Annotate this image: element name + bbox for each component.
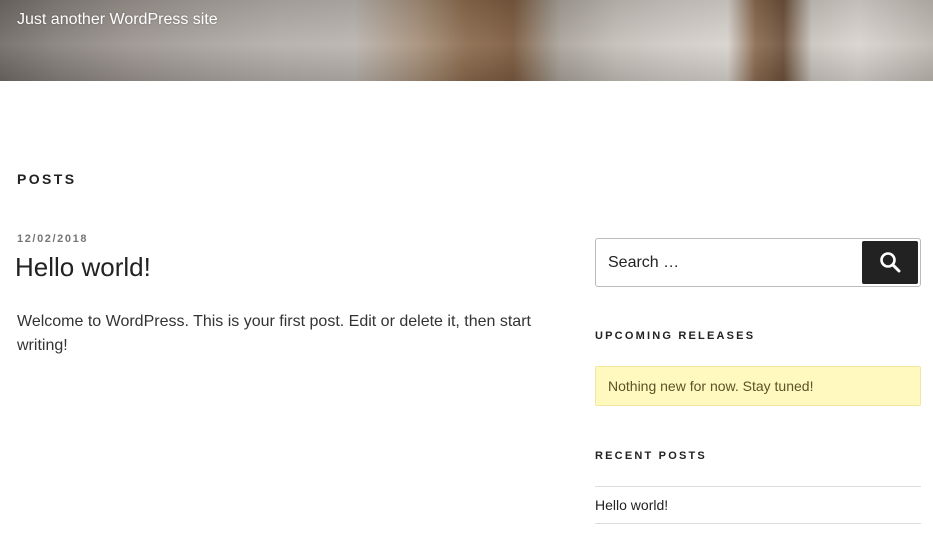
list-item: Hello world!	[595, 486, 921, 524]
page-title: POSTS	[17, 171, 77, 187]
upcoming-releases-title: UPCOMING RELEASES	[595, 330, 756, 342]
notice-text: Nothing new for now. Stay tuned!	[608, 378, 814, 394]
site-tagline: Just another WordPress site	[17, 11, 218, 28]
recent-posts-list: Hello world!	[595, 486, 921, 524]
search-placeholder: Search …	[608, 254, 680, 271]
recent-post-link[interactable]: Hello world!	[595, 497, 668, 513]
post-title-link[interactable]: Hello world!	[15, 252, 151, 283]
upcoming-releases-notice: Nothing new for now. Stay tuned!	[595, 366, 921, 406]
search-icon	[880, 252, 901, 273]
post-date[interactable]: 12/02/2018	[17, 233, 88, 245]
search-form: Search …	[595, 238, 921, 287]
search-button[interactable]	[862, 241, 918, 284]
recent-posts-title: RECENT POSTS	[595, 450, 707, 462]
post-excerpt: Welcome to WordPress. This is your first…	[17, 313, 531, 354]
site-header-image: Just another WordPress site	[0, 0, 933, 81]
